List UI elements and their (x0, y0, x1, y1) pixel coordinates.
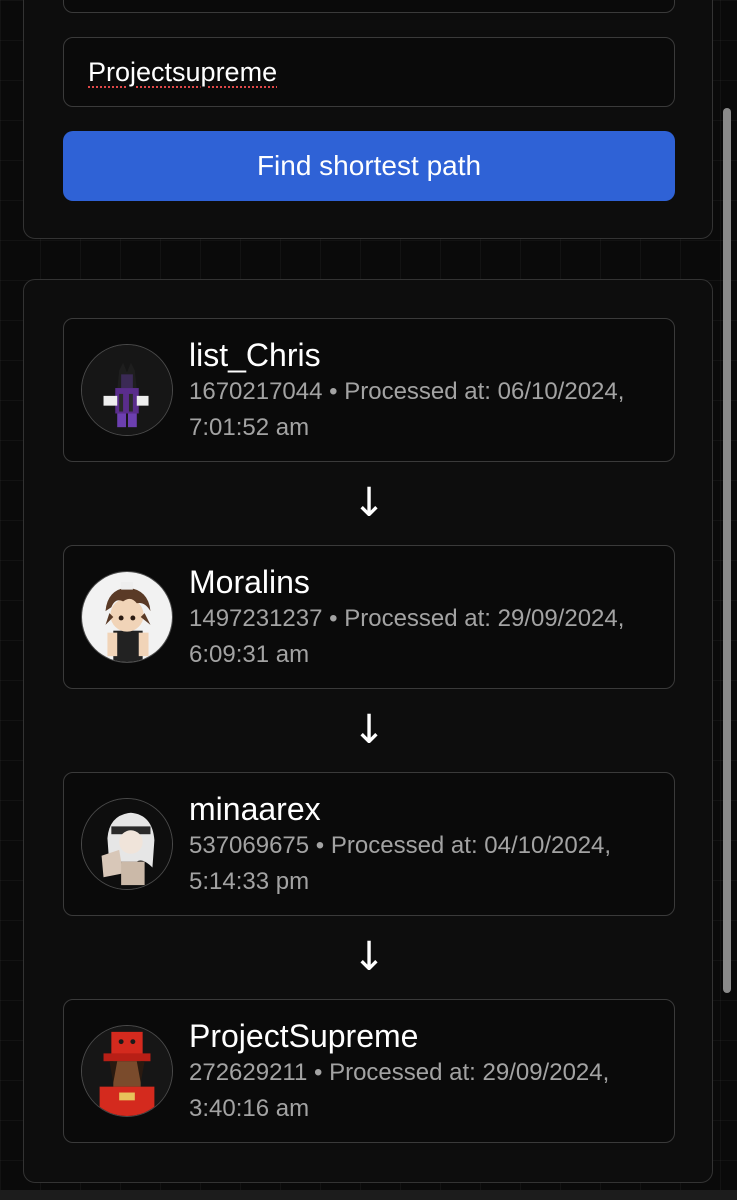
avatar (81, 344, 173, 436)
arrow-down-icon: ↓ (352, 934, 386, 980)
avatar (81, 1025, 173, 1117)
arrow-down-icon: ↓ (352, 707, 386, 753)
scrollbar[interactable] (723, 108, 731, 993)
target-username-field[interactable]: Projectsupreme (63, 37, 675, 107)
path-node-card[interactable]: list_Chris 1670217044 • Processed at: 06… (63, 318, 675, 462)
path-node-card[interactable]: ProjectSupreme 272629211 • Processed at:… (63, 999, 675, 1143)
avatar-list-chris-image (82, 345, 172, 435)
avatar (81, 571, 173, 663)
avatar-projectsupreme-image (82, 1026, 172, 1116)
arrow-down-icon: ↓ (352, 480, 386, 526)
avatar-minaarex-image (82, 799, 172, 889)
bottom-bar (0, 1190, 737, 1200)
node-meta: 272629211 • Processed at: 29/09/2024, 3:… (189, 1059, 610, 1122)
node-username: minaarex (189, 791, 321, 827)
search-form-panel: Projectsupreme Find shortest path (23, 0, 713, 239)
avatar-moralins-image (82, 572, 172, 662)
node-meta: 1670217044 • Processed at: 06/10/2024, 7… (189, 378, 625, 441)
node-username: Moralins (189, 564, 310, 600)
node-username: ProjectSupreme (189, 1018, 419, 1054)
target-username-value: Projectsupreme (88, 56, 278, 87)
source-username-field[interactable] (63, 0, 675, 13)
path-node-card[interactable]: minaarex 537069675 • Processed at: 04/10… (63, 772, 675, 916)
find-shortest-path-button[interactable]: Find shortest path (63, 131, 675, 201)
node-username: list_Chris (189, 337, 321, 373)
node-meta: 1497231237 • Processed at: 29/09/2024, 6… (189, 605, 625, 668)
path-results-panel: list_Chris 1670217044 • Processed at: 06… (23, 279, 713, 1183)
path-node-card[interactable]: Moralins 1497231237 • Processed at: 29/0… (63, 545, 675, 689)
node-meta: 537069675 • Processed at: 04/10/2024, 5:… (189, 832, 612, 895)
avatar (81, 798, 173, 890)
